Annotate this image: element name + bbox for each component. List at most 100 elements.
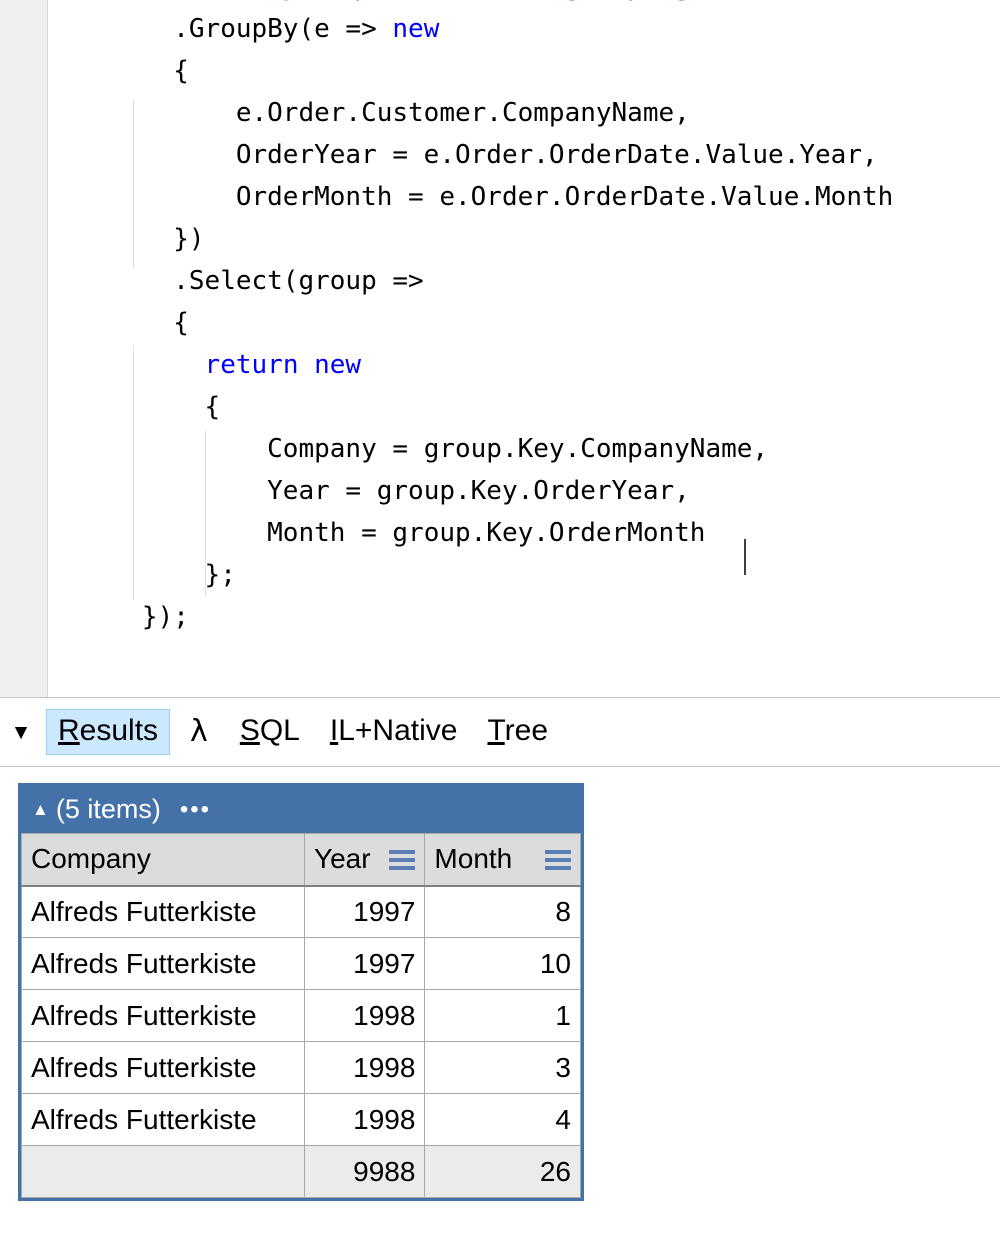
code-line: Year = group.Key.OrderYear, [48,470,1000,512]
code-token-plain: { [173,308,189,338]
code-line: return new [48,344,1000,386]
code-line: .Select(group => [48,260,1000,302]
indent-guide [133,345,134,600]
tab-lambda[interactable]: λ [176,709,222,756]
tab-label: QL [259,714,300,747]
cell-company[interactable]: Alfreds Futterkiste [21,989,305,1042]
column-header-company[interactable]: Company [21,833,305,887]
cell-company[interactable]: Alfreds Futterkiste [21,937,305,990]
cell-company[interactable]: Alfreds Futterkiste [21,1041,305,1094]
tab-ilnative[interactable]: IL+Native [318,709,470,755]
column-header-inner: Month [434,843,571,875]
code-token-plain: .Select(group => [173,266,424,296]
code-token-plain: e.Order.Customer.CompanyName, [235,98,690,128]
tab-label: esults [79,714,159,747]
code-line: .GroupBy(e => new [48,8,1000,50]
code-text-area[interactable]: // Group requires custom grouping .Group… [48,0,1000,638]
code-token-keyword: return new [204,350,362,380]
column-header-month[interactable]: Month [424,833,581,887]
cell-company[interactable]: Alfreds Futterkiste [21,1093,305,1146]
cell-year[interactable]: 1997 [303,937,426,990]
table-row[interactable]: Alfreds Futterkiste 1997 8 [21,885,581,938]
cell-year[interactable]: 1998 [303,1093,426,1146]
code-line: { [48,386,1000,428]
code-token-plain: { [173,56,189,86]
totals-cell-month: 26 [424,1145,581,1198]
indent-guide [205,430,206,596]
column-header-label: Year [314,843,371,875]
code-token-keyword: new [392,14,440,44]
code-token-plain: Company = group.Key.CompanyName, [267,434,769,464]
tab-tree[interactable]: Tree [475,709,560,755]
more-options-icon[interactable]: ••• [180,797,211,822]
tab-list: Results λ SQL IL+Native Tree [46,709,566,756]
cell-year[interactable]: 1998 [303,989,426,1042]
column-menu-hamburger-icon[interactable] [389,849,416,870]
cell-month[interactable]: 4 [424,1093,581,1146]
results-grid: ▲ (5 items) ••• Company Year Month Alfreds… [18,783,584,1201]
code-token-plain: .GroupBy(e => [173,14,393,44]
code-token-comment: // Group requires custom grouping [173,0,690,2]
tab-label: ree [504,714,549,747]
cell-year[interactable]: 1997 [303,885,426,938]
tab-mnemonic: R [58,714,80,747]
code-line: { [48,50,1000,92]
code-line: OrderMonth = e.Order.OrderDate.Value.Mon… [48,176,1000,218]
results-grid-header-bar: ▲ (5 items) ••• [21,786,581,833]
code-line: e.Order.Customer.CompanyName, [48,92,1000,134]
code-token-plain: }); [141,602,189,632]
cell-year[interactable]: 1998 [303,1041,426,1094]
code-line: }; [48,554,1000,596]
tab-sql[interactable]: SQL [228,709,312,755]
table-row[interactable]: Alfreds Futterkiste 1998 1 [21,989,581,1042]
tab-label: λ [190,713,208,749]
column-header-label: Company [31,843,151,875]
code-editor-pane[interactable]: // Group requires custom grouping .Group… [0,0,1000,697]
table-row[interactable]: Alfreds Futterkiste 1997 10 [21,937,581,990]
tab-results[interactable]: Results [46,709,171,755]
tab-mnemonic: I [329,714,339,747]
grid-collapse-arrow-icon[interactable]: ▲ [32,801,49,818]
indent-guide [133,100,134,268]
code-line: }) [48,218,1000,260]
code-token-plain: OrderMonth = e.Order.OrderDate.Value.Mon… [235,182,894,212]
column-header-inner: Company [31,843,295,875]
table-row[interactable]: Alfreds Futterkiste 1998 3 [21,1041,581,1094]
table-row[interactable]: Alfreds Futterkiste 1998 4 [21,1093,581,1146]
table-body: Alfreds Futterkiste 1997 8 Alfreds Futterki… [21,885,581,1198]
item-count-label: (5 items) [55,794,161,824]
column-header-label: Month [434,843,513,875]
column-menu-hamburger-icon[interactable] [545,849,571,870]
code-line: OrderYear = e.Order.OrderDate.Value.Year… [48,134,1000,176]
collapse-panel-arrow-icon[interactable]: ▼ [8,722,34,743]
column-header-inner: Year [314,843,416,875]
tab-label: L+Native [338,714,458,747]
table-header-row: Company Year Month [21,833,581,887]
cell-month[interactable]: 8 [424,885,581,938]
cell-month[interactable]: 3 [424,1041,581,1094]
code-token-plain: }; [204,560,236,590]
table-head: Company Year Month [21,833,581,887]
code-line: // Group requires custom grouping [48,0,1000,8]
cell-month[interactable]: 1 [424,989,581,1042]
text-caret [744,539,746,575]
results-tab-bar: ▼ Results λ SQL IL+Native Tree [0,697,1000,767]
cell-month[interactable]: 10 [424,937,581,990]
totals-cell-company [21,1145,305,1198]
column-header-year[interactable]: Year [303,833,426,887]
cell-company[interactable]: Alfreds Futterkiste [21,885,305,938]
